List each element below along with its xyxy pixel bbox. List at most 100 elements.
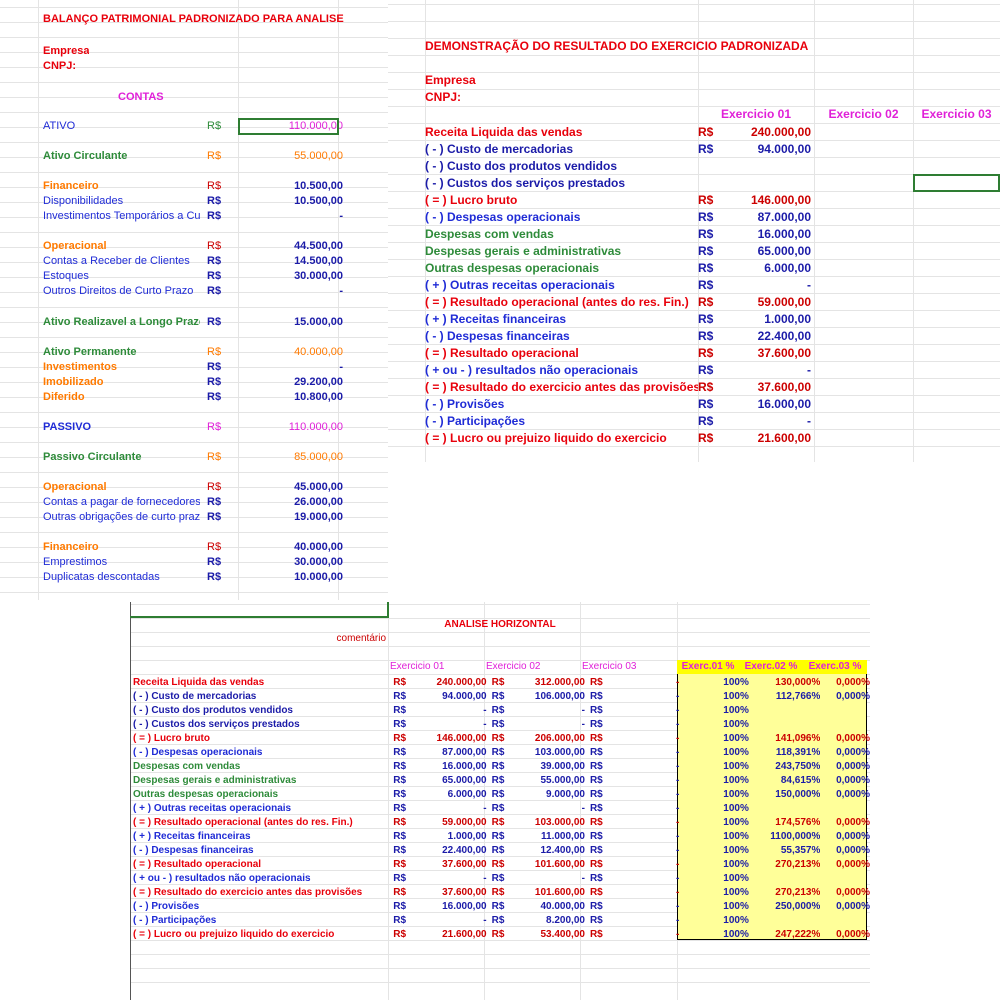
dre-row-label: ( - ) Custos dos serviços prestados (425, 176, 626, 190)
dre-row-currency: R$ (698, 329, 714, 343)
dre-row: ( = ) Lucro bruto R$ 146.000,00 (388, 192, 1000, 209)
dre-empresa: Empresa (425, 73, 476, 87)
ah-row-currency-3: R$ (589, 733, 603, 744)
ah-row-currency-2: R$ (491, 733, 505, 744)
ah-row-label: ( - ) Custo de mercadorias (133, 691, 257, 702)
ah-row-currency-3: R$ (589, 705, 603, 716)
gridline (0, 232, 388, 233)
ah-row-pct-3: 0,000% (836, 901, 870, 912)
dre-row: Outras despesas operacionais R$ 6.000,00 (388, 260, 1000, 277)
dre-row-value: 37.600,00 (757, 346, 811, 360)
dre-row-value: 146.000,00 (750, 193, 811, 207)
dre-row-label: ( = ) Resultado do exercicio antes das p… (425, 380, 698, 394)
ah-row-pct-3 (820, 704, 870, 718)
ah-row-currency-2: R$ (491, 817, 505, 828)
ah-row-value-3: - (675, 831, 680, 842)
ah-row-label: ( = ) Resultado operacional (133, 859, 262, 870)
dre-row-value: 240.000,00 (750, 125, 811, 139)
dre-row-value: - (807, 278, 811, 292)
ah-row-pct-3: 0,000% (836, 691, 870, 702)
dre-row-label: ( = ) Lucro bruto (425, 193, 518, 207)
ah-row-currency-3: R$ (589, 775, 603, 786)
ah-row-pct-1: 100% (723, 831, 749, 842)
ah-row-pct-3: 0,000% (836, 789, 870, 800)
ah-row-currency-2: R$ (491, 761, 505, 772)
ah-row-value-1: 87.000,00 (442, 747, 487, 758)
dre-row-value: - (807, 414, 811, 428)
ah-row-pct-1: 100% (723, 747, 749, 758)
ah-row: Receita Liquida das vendas R$ 240.000,00 R$… (130, 676, 870, 690)
bp-row: PASSIVO R$ 110.000,00 (0, 420, 388, 435)
bp-row-currency: R$ (207, 255, 222, 267)
ah-row-label: ( = ) Lucro ou prejuizo liquido do exerc… (133, 929, 335, 940)
dre-row-label: ( - ) Custo dos produtos vendidos (425, 159, 617, 173)
dre-row-currency: R$ (698, 261, 714, 275)
ah-row: ( = ) Resultado operacional (antes do re… (130, 816, 870, 830)
dre-row-currency: R$ (698, 363, 714, 377)
bp-row: Contas a pagar de fornecedores R$ 26.000,0… (0, 495, 388, 510)
bp-row-label: Imobilizado (43, 376, 104, 388)
ah-row-currency-3: R$ (589, 831, 603, 842)
bp-row: Estoques R$ 30.000,00 (0, 269, 388, 284)
ah-row: ( + ) Outras receitas operacionais R$ - R$ -… (130, 802, 870, 816)
bp-empresa: Empresa (43, 45, 90, 57)
bp-row-value: 10.500,00 (294, 180, 343, 192)
ah-row-value-3: - (675, 859, 680, 870)
ah-row-value-2: 9.000,00 (546, 789, 585, 800)
dre-row-currency: R$ (698, 125, 714, 139)
bp-row-label: Investimentos (43, 361, 117, 373)
ah-row-value-1: 16.000,00 (442, 901, 487, 912)
dre-row-label: ( = ) Resultado operacional (425, 346, 579, 360)
ah-row-pct-3: 0,000% (836, 747, 870, 758)
bp-row-value: 26.000,00 (294, 496, 343, 508)
bp-row-currency: R$ (207, 195, 222, 207)
gridline (130, 968, 870, 969)
selected-range-edge (387, 602, 389, 618)
ah-ex3-header: Exercicio 03 (582, 661, 637, 672)
bp-row: Ativo Circulante R$ 55.000,00 (0, 149, 388, 164)
dre-row-value: 87.000,00 (757, 210, 811, 224)
bp-row-label: Ativo Realizavel a Longo Prazo (43, 316, 200, 328)
ah-row-pct-3: 0,000% (836, 845, 870, 856)
bp-row-value: 40.000,00 (294, 541, 343, 553)
dre-row-value: 1.000,00 (764, 312, 811, 326)
ah-row-value-3: - (675, 803, 680, 814)
bp-row-value: 55.000,00 (294, 150, 343, 162)
gridline (0, 442, 388, 443)
ah-row-pct-1: 100% (723, 677, 749, 688)
selected-cell[interactable] (238, 118, 339, 135)
bp-contas-header: CONTAS (118, 91, 164, 103)
ah-row-currency-3: R$ (589, 873, 603, 884)
ah-row-label: ( - ) Despesas financeiras (133, 845, 254, 856)
bp-row-label: Disponibilidades (43, 195, 124, 207)
dre-row: ( = ) Resultado operacional (antes do re… (388, 294, 1000, 311)
bp-row-label: Diferido (43, 391, 85, 403)
dre-row-label: ( = ) Resultado operacional (antes do re… (425, 295, 689, 309)
ah-row-currency-2: R$ (491, 677, 505, 688)
dre-row: ( + ) Receitas financeiras R$ 1.000,00 (388, 311, 1000, 328)
ah-row-value-2: 55.000,00 (540, 775, 585, 786)
ah-row-value-3: - (675, 901, 680, 912)
ah-row-label: ( + ou - ) resultados não operacionais (133, 873, 311, 884)
dre-row-currency: R$ (698, 193, 714, 207)
ah-row-pct-1: 100% (723, 845, 749, 856)
bp-row-value: - (339, 210, 343, 222)
ah-row-label: ( - ) Provisões (133, 901, 200, 912)
ah-comment[interactable]: comentário (130, 632, 388, 646)
dre-row: ( - ) Participações R$ - (388, 413, 1000, 430)
dre-row: Despesas gerais e administrativas R$ 65.00… (388, 243, 1000, 260)
ah-row-pct-1: 100% (723, 803, 749, 814)
bp-row-value: 29.200,00 (294, 376, 343, 388)
bp-row-label: Emprestimos (43, 556, 108, 568)
selected-cell-dre[interactable] (913, 174, 1000, 192)
dre-ex2-header: Exercicio 02 (828, 107, 899, 121)
ah-row-value-1: - (483, 719, 487, 730)
ah-row: ( - ) Despesas financeiras R$ 22.400,00 R$ 1… (130, 844, 870, 858)
ah-row-value-1: 16.000,00 (442, 761, 487, 772)
ah-p3-header: Exerc.03 % (808, 661, 862, 672)
dre-row-value: 16.000,00 (757, 227, 811, 241)
ah-row-currency-2: R$ (491, 845, 505, 856)
dre-title: DEMONSTRAÇÃO DO RESULTADO DO EXERCICIO P… (425, 39, 809, 53)
ah-row-pct-2: 150,000% (775, 789, 821, 800)
ah-row-label: ( - ) Custos dos serviços prestados (133, 719, 300, 730)
